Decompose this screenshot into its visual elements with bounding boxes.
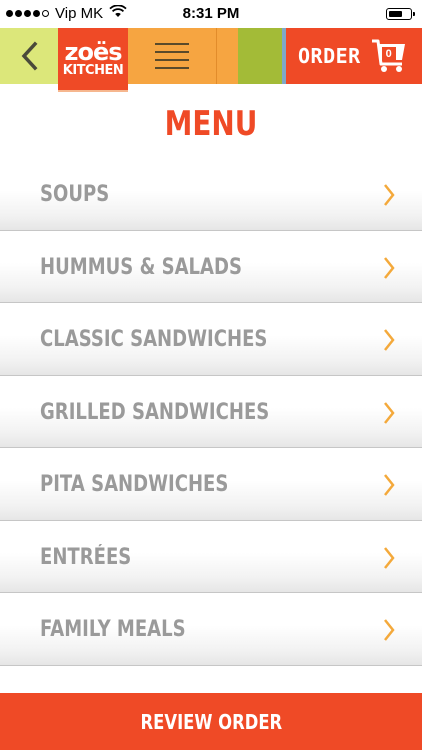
logo-area: zoës KITCHEN [58,28,128,92]
menu-item-hummus-salads[interactable]: HUMMUS & SALADS [0,230,422,303]
order-label: ORDER [298,44,361,68]
menu-item-label: SOUPS [40,182,110,207]
menu-item-label: PITA SANDWICHES [40,472,229,497]
menu-category-list: SOUPS HUMMUS & SALADS CLASSIC SANDWICHES… [0,158,422,666]
logo-bottom-text: KITCHEN [62,63,124,78]
chevron-right-icon [384,474,395,496]
menu-item-pita-sandwiches[interactable]: PITA SANDWICHES [0,448,422,521]
menu-item-label: HUMMUS & SALADS [40,254,242,280]
back-button[interactable] [0,28,58,84]
chevron-right-icon [384,401,395,424]
hamburger-icon [155,43,189,69]
menu-item-grilled-sandwiches[interactable]: GRILLED SANDWICHES [0,375,422,448]
app-header: zoës KITCHEN ORDER 0 [0,28,422,92]
menu-item-label: GRILLED SANDWICHES [40,399,270,425]
menu-item-classic-sandwiches[interactable]: CLASSIC SANDWICHES [0,303,422,376]
chevron-right-icon [384,256,395,279]
menu-item-label: CLASSIC SANDWICHES [40,327,268,352]
chevron-left-icon [21,41,38,71]
menu-item-label: ENTRÉES [40,544,132,570]
logo-top-text: zoës [64,38,122,66]
cart-icon: 0 [371,38,407,74]
review-order-button[interactable]: REVIEW ORDER [0,693,422,750]
menu-item-family-meals[interactable]: FAMILY MEALS [0,593,422,666]
menu-item-soups[interactable]: SOUPS [0,158,422,231]
cart-count-badge: 0 [381,47,396,61]
chevron-right-icon [384,329,395,351]
menu-item-entrees[interactable]: ENTRÉES [0,520,422,593]
order-button[interactable]: ORDER 0 [286,28,422,84]
review-order-label: REVIEW ORDER [140,709,282,734]
header-color-segment [216,28,238,84]
battery-icon [386,8,415,20]
page-title: MENU [164,104,258,144]
menu-item-label: FAMILY MEALS [40,617,186,642]
zoes-kitchen-logo[interactable]: zoës KITCHEN [58,28,128,92]
hamburger-menu-button[interactable] [128,28,216,84]
chevron-right-icon [384,184,395,206]
header-color-segment [238,28,282,84]
status-time: 8:31 PM [182,5,240,22]
status-bar: Vip MK 8:31 PM [0,0,422,28]
chevron-right-icon [384,546,395,569]
chevron-right-icon [384,619,395,641]
